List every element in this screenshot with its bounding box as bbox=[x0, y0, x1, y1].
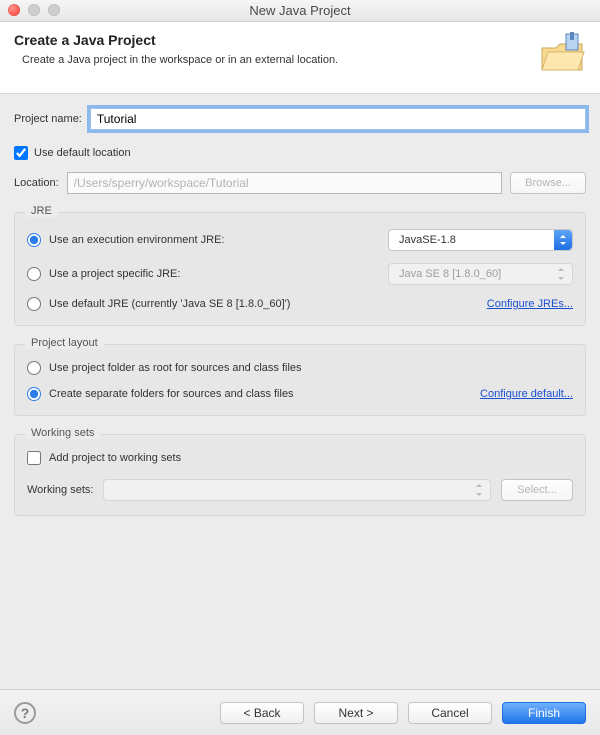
finish-button[interactable]: Finish bbox=[502, 702, 586, 724]
jre-default-radio[interactable] bbox=[27, 297, 41, 311]
default-location-row: Use default location bbox=[14, 146, 586, 160]
working-sets-select-button: Select... bbox=[501, 479, 573, 501]
project-name-input[interactable] bbox=[90, 108, 586, 130]
layout-root-radio[interactable] bbox=[27, 361, 41, 375]
project-name-row: Project name: bbox=[14, 108, 586, 130]
minimize-window-icon bbox=[28, 4, 40, 16]
location-label: Location: bbox=[14, 177, 59, 189]
layout-separate-row: Create separate folders for sources and … bbox=[27, 387, 573, 401]
titlebar: New Java Project bbox=[0, 0, 600, 22]
jre-exec-env-select[interactable]: JavaSE-1.8 bbox=[388, 229, 573, 251]
zoom-window-icon bbox=[48, 4, 60, 16]
chevron-updown-icon bbox=[558, 268, 566, 280]
working-sets-select-row: Working sets: Select... bbox=[27, 479, 573, 501]
layout-separate-label: Create separate folders for sources and … bbox=[49, 388, 294, 400]
project-name-label: Project name: bbox=[14, 113, 82, 125]
working-sets-select bbox=[103, 479, 491, 501]
wizard-banner: Create a Java Project Create a Java proj… bbox=[0, 22, 600, 94]
java-project-folder-icon bbox=[538, 32, 586, 76]
add-to-working-sets-checkbox[interactable] bbox=[27, 451, 41, 465]
location-input bbox=[67, 172, 502, 194]
jre-group: JRE Use an execution environment JRE: Ja… bbox=[14, 212, 586, 326]
next-button[interactable]: Next > bbox=[314, 702, 398, 724]
close-window-icon[interactable] bbox=[8, 4, 20, 16]
jre-legend: JRE bbox=[25, 205, 58, 217]
project-layout-legend: Project layout bbox=[25, 337, 104, 349]
layout-root-label: Use project folder as root for sources a… bbox=[49, 362, 302, 374]
wizard-title: Create a Java Project bbox=[14, 32, 530, 48]
help-icon[interactable]: ? bbox=[14, 702, 36, 724]
add-to-working-sets-row: Add project to working sets bbox=[27, 451, 573, 465]
jre-project-specific-row: Use a project specific JRE: Java SE 8 [1… bbox=[27, 263, 573, 285]
working-sets-label: Working sets: bbox=[27, 484, 93, 496]
wizard-button-bar: ? < Back Next > Cancel Finish bbox=[0, 689, 600, 735]
jre-project-specific-radio[interactable] bbox=[27, 267, 41, 281]
jre-project-specific-label: Use a project specific JRE: bbox=[49, 268, 180, 280]
jre-project-specific-select: Java SE 8 [1.8.0_60] bbox=[388, 263, 573, 285]
back-button[interactable]: < Back bbox=[220, 702, 304, 724]
location-row: Location: Browse... bbox=[14, 172, 586, 194]
use-default-location-checkbox[interactable] bbox=[14, 146, 28, 160]
cancel-button[interactable]: Cancel bbox=[408, 702, 492, 724]
project-layout-group: Project layout Use project folder as roo… bbox=[14, 344, 586, 416]
configure-default-link[interactable]: Configure default... bbox=[480, 388, 573, 400]
jre-exec-env-radio[interactable] bbox=[27, 233, 41, 247]
jre-project-specific-value: Java SE 8 [1.8.0_60] bbox=[399, 268, 501, 280]
working-sets-legend: Working sets bbox=[25, 427, 100, 439]
layout-root-row: Use project folder as root for sources a… bbox=[27, 361, 573, 375]
chevron-updown-icon bbox=[554, 230, 572, 250]
browse-button: Browse... bbox=[510, 172, 586, 194]
configure-jres-link[interactable]: Configure JREs... bbox=[487, 298, 573, 310]
window-title: New Java Project bbox=[0, 3, 600, 18]
chevron-updown-icon bbox=[476, 484, 484, 496]
window-traffic-lights bbox=[8, 4, 60, 16]
jre-exec-env-value: JavaSE-1.8 bbox=[399, 234, 456, 246]
jre-default-label: Use default JRE (currently 'Java SE 8 [1… bbox=[49, 298, 290, 310]
layout-separate-radio[interactable] bbox=[27, 387, 41, 401]
jre-exec-env-label: Use an execution environment JRE: bbox=[49, 234, 224, 246]
jre-exec-env-row: Use an execution environment JRE: JavaSE… bbox=[27, 229, 573, 251]
working-sets-group: Working sets Add project to working sets… bbox=[14, 434, 586, 516]
jre-default-row: Use default JRE (currently 'Java SE 8 [1… bbox=[27, 297, 573, 311]
use-default-location-label: Use default location bbox=[34, 147, 131, 159]
wizard-subtitle: Create a Java project in the workspace o… bbox=[22, 54, 530, 66]
add-to-working-sets-label: Add project to working sets bbox=[49, 452, 181, 464]
